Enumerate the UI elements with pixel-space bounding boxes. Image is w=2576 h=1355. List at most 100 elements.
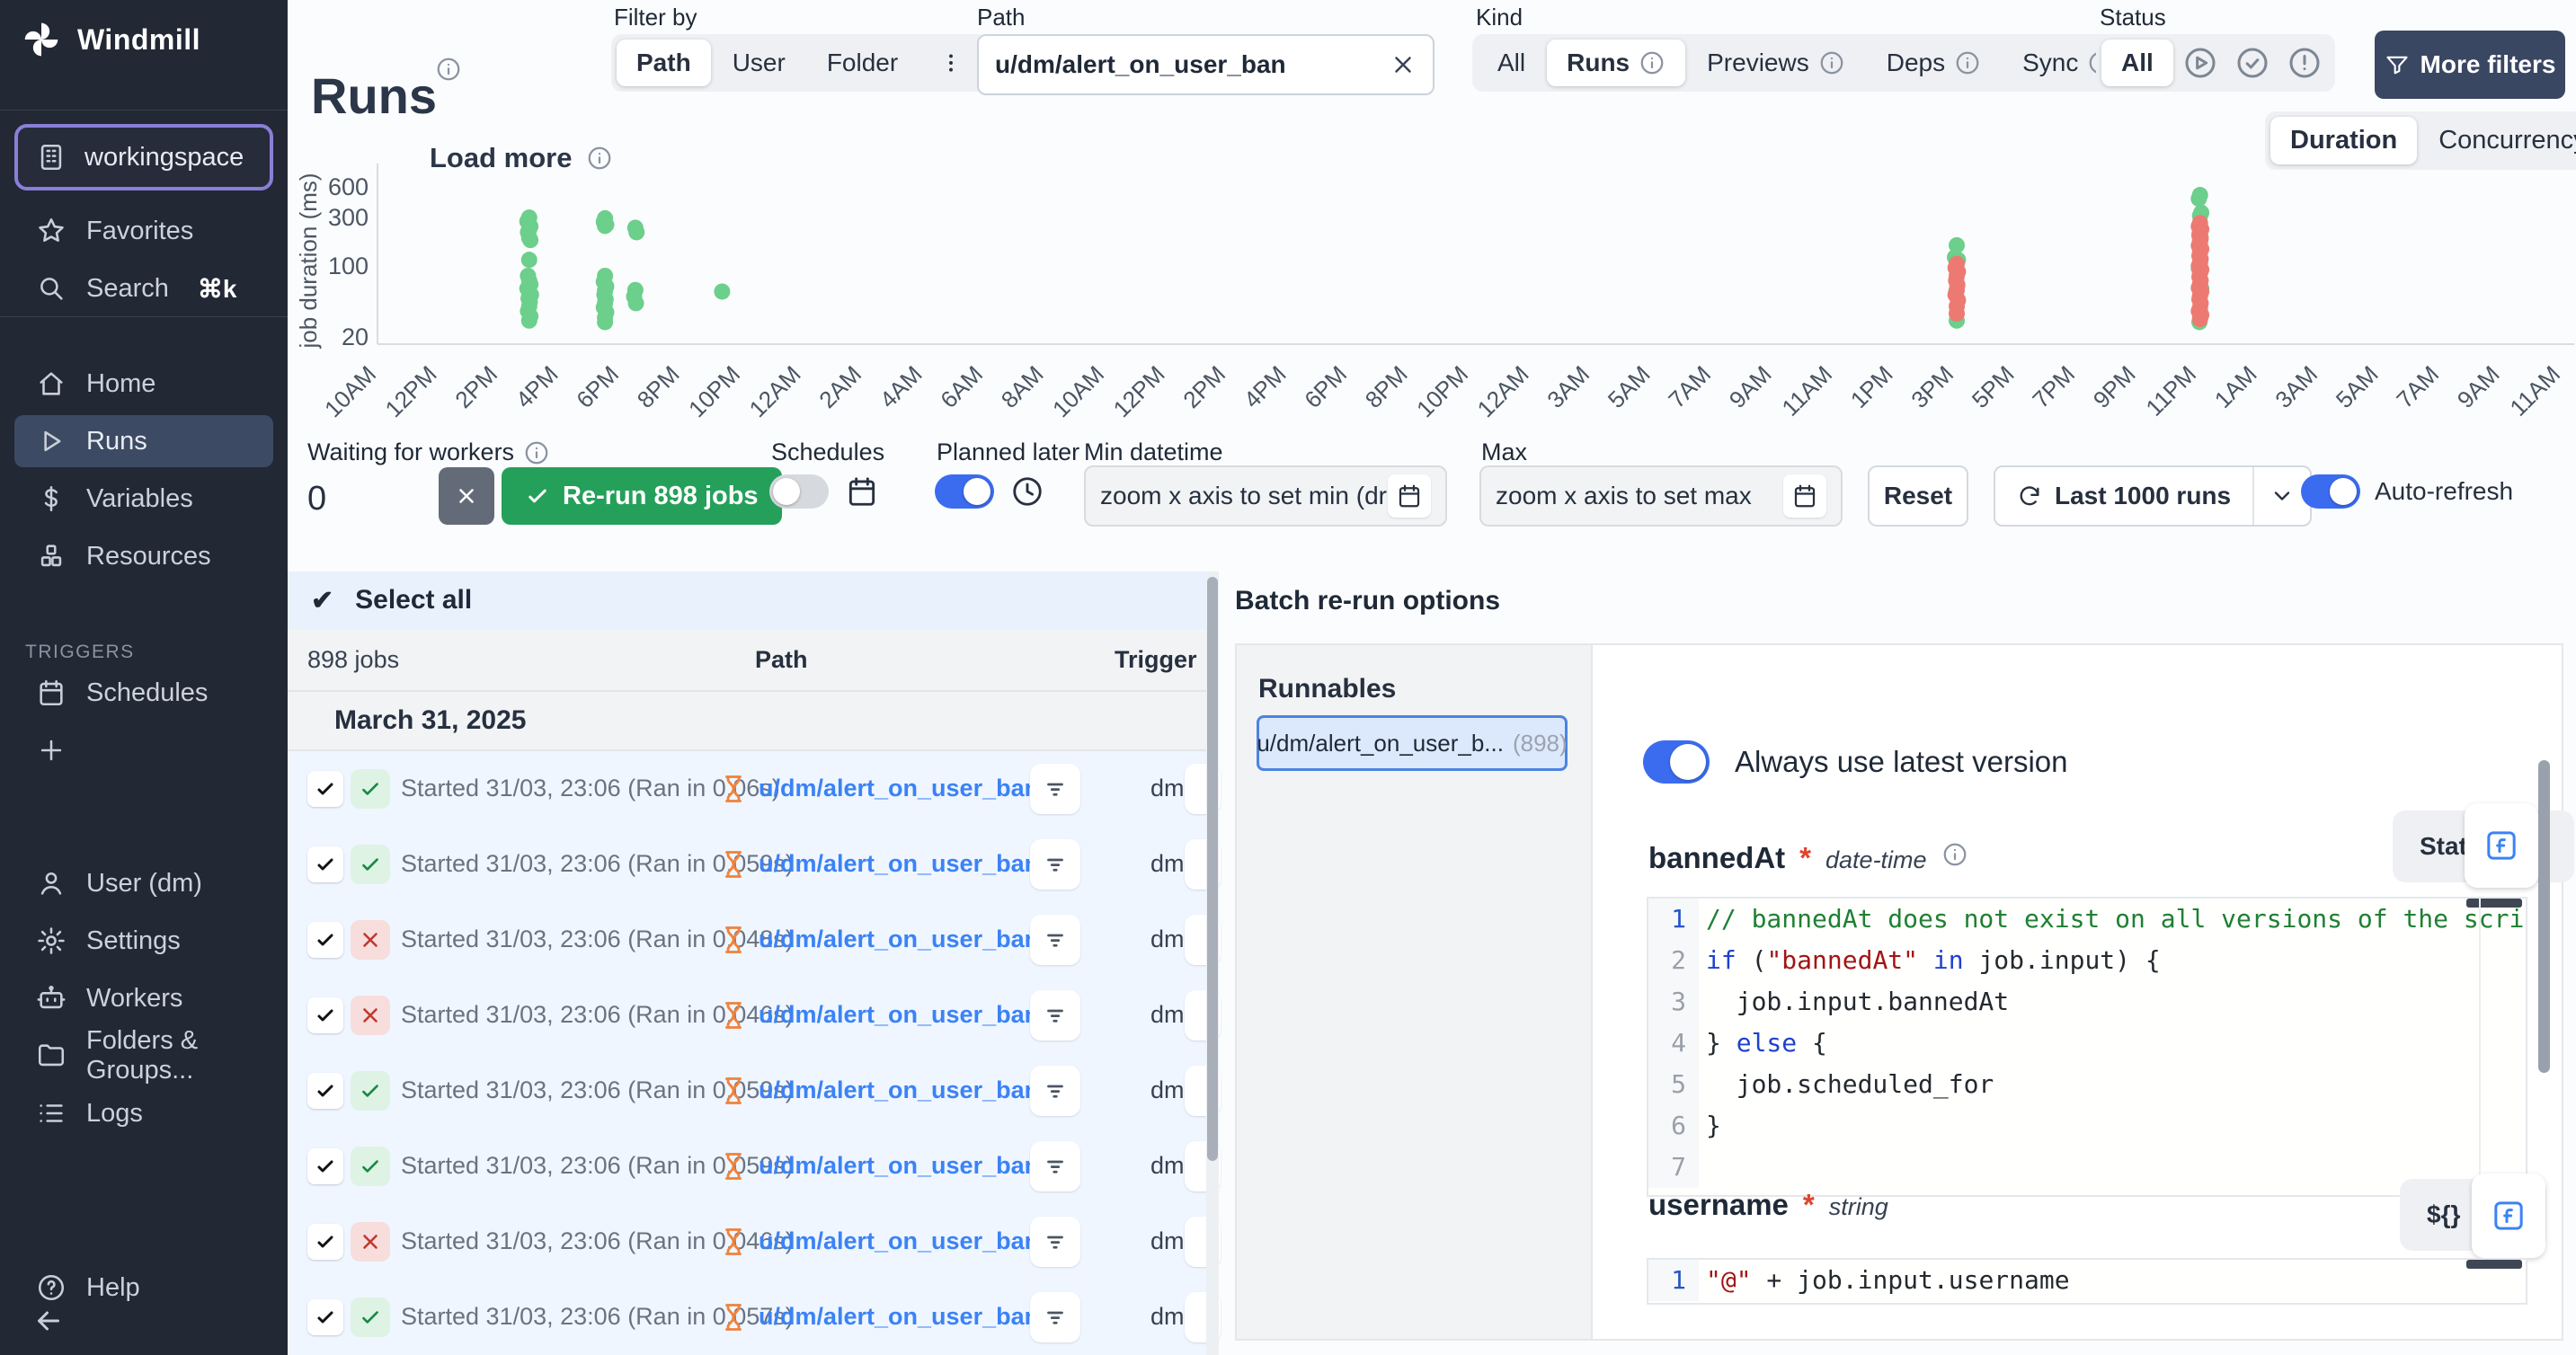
path-filter-input[interactable]: u/dm/alert_on_user_ban [977, 34, 1435, 95]
bannedat-code-editor[interactable]: 1// bannedAt does not exist on all versi… [1647, 897, 2527, 1197]
table-row[interactable]: Started 31/03, 23:06 (Ran in 0.046s)u/dm… [288, 978, 1206, 1053]
row-checkbox[interactable] [307, 846, 343, 882]
username-javascript-mode-button[interactable] [2472, 1173, 2545, 1258]
table-row[interactable]: Started 31/03, 23:06 (Ran in 0.06s)u/dm/… [288, 751, 1206, 827]
row-checkbox[interactable] [307, 997, 343, 1033]
panel-scrollbar-thumb[interactable] [2538, 760, 2550, 1073]
filter-tab-folder[interactable]: Folder [807, 40, 918, 86]
sidebar-item-label: Settings [86, 926, 181, 956]
sidebar-item-runs[interactable]: Runs [14, 415, 273, 467]
table-row[interactable]: Started 31/03, 23:06 (Ran in 0.059s)u/dm… [288, 1053, 1206, 1129]
kind-filter-button[interactable] [1030, 764, 1080, 814]
kind-filter-button[interactable] [1030, 1292, 1080, 1342]
run-path-link[interactable]: u/dm/alert_on_user_ban [759, 1001, 1039, 1029]
collapse-sidebar-button[interactable] [32, 1305, 65, 1337]
table-scrollbar-thumb[interactable] [1207, 577, 1218, 1161]
kind-tab-deps[interactable]: Deps [1867, 40, 2001, 86]
sidebar-item-add[interactable] [14, 724, 273, 776]
planned-later-toggle[interactable] [935, 474, 994, 509]
kind-tab-previews[interactable]: Previews [1687, 40, 1865, 86]
last-runs-button[interactable]: Last 1000 runs [1994, 465, 2312, 527]
sidebar-item-search[interactable]: Search ⌘k [14, 262, 273, 314]
bannedat-javascript-mode-button[interactable] [2465, 803, 2538, 888]
clear-path-icon[interactable] [1390, 51, 1417, 78]
table-row[interactable]: Started 31/03, 23:06 (Ran in 0.059s)u/dm… [288, 827, 1206, 902]
sidebar-item-settings[interactable]: Settings [14, 915, 273, 967]
page-title: Runs [311, 66, 437, 125]
row-checkbox[interactable] [307, 771, 343, 807]
more-filters-button[interactable]: More filters [2375, 31, 2565, 99]
max-datetime-input[interactable]: zoom x axis to set max [1479, 465, 1843, 527]
max-calendar-button[interactable] [1783, 474, 1826, 518]
select-all-bar[interactable]: ✔ Select all [288, 571, 1206, 629]
min-datetime-input[interactable]: zoom x axis to set min (dr [1084, 465, 1447, 527]
run-path-link[interactable]: u/dm/alert_on_user_ban [759, 1152, 1039, 1180]
code-line: 4} else { [1648, 1023, 2526, 1064]
row-checkbox[interactable] [307, 1224, 343, 1260]
filter-tab-user[interactable]: User [713, 40, 805, 86]
sidebar-item-variables[interactable]: Variables [14, 473, 273, 525]
code-line: 1// bannedAt does not exist on all versi… [1648, 899, 2526, 940]
sidebar-item-schedules[interactable]: Schedules [14, 667, 273, 719]
duration-scatter-chart[interactable]: job duration (ms)2010030060010AM12PM2PM4… [297, 126, 2576, 436]
runnable-item[interactable]: u/dm/alert_on_user_b... (898) [1257, 715, 1568, 771]
kind-filter-button[interactable] [1030, 1066, 1080, 1116]
editor2-hscrollbar[interactable] [2466, 1260, 2522, 1269]
min-calendar-button[interactable] [1388, 474, 1431, 518]
table-row[interactable]: Started 31/03, 23:06 (Ran in 0.057s)u/dm… [288, 1280, 1206, 1355]
x-tick: 10AM [319, 360, 381, 422]
filter-tab-path[interactable]: Path [617, 40, 711, 86]
username-code-editor[interactable]: 1"@" + job.input.username [1647, 1258, 2527, 1305]
filter-more-kebab-icon[interactable] [919, 42, 982, 84]
select-all-check-icon[interactable]: ✔ [311, 585, 333, 616]
sidebar-item-home[interactable]: Home [14, 358, 273, 410]
date-group-row: March 31, 2025 [288, 692, 1206, 751]
rerun-jobs-button[interactable]: Re-run 898 jobs [502, 467, 782, 525]
workspace-selector[interactable]: workingspace [14, 124, 273, 190]
reset-button[interactable]: Reset [1868, 465, 1968, 527]
field-bannedat-header: bannedAt* date-time [1648, 841, 1968, 875]
sidebar-item-resources[interactable]: Resources [14, 530, 273, 582]
table-row[interactable]: Started 31/03, 23:06 (Ran in 0.048s)u/dm… [288, 902, 1206, 978]
point-success [521, 313, 537, 329]
run-path-link[interactable]: u/dm/alert_on_user_ban [759, 1076, 1039, 1104]
row-checkbox[interactable] [307, 922, 343, 958]
row-checkbox[interactable] [307, 1299, 343, 1335]
run-path-link[interactable]: u/dm/alert_on_user_ban [759, 1303, 1039, 1331]
kind-filter-button[interactable] [1030, 1141, 1080, 1191]
kind-filter-button[interactable] [1030, 990, 1080, 1041]
run-path-link[interactable]: u/dm/alert_on_user_ban [759, 925, 1039, 953]
hourglass-icon [717, 773, 750, 805]
table-scrollbar[interactable] [1206, 571, 1219, 1355]
run-path-link[interactable]: u/dm/alert_on_user_ban [759, 1227, 1039, 1255]
sidebar-item-user-dm-[interactable]: User (dm) [14, 857, 273, 909]
status-all-tab[interactable]: All [2101, 40, 2173, 86]
table-row[interactable]: Started 31/03, 23:06 (Ran in 0.059s)u/dm… [288, 1129, 1206, 1204]
sidebar-item-logs[interactable]: Logs [14, 1087, 273, 1139]
auto-refresh-toggle[interactable] [2301, 474, 2360, 509]
status-running-icon[interactable] [2182, 45, 2218, 81]
run-path-link[interactable]: u/dm/alert_on_user_ban [759, 850, 1039, 878]
kind-tab-all[interactable]: All [1478, 40, 1545, 86]
schedules-toggle[interactable] [769, 474, 829, 509]
table-row[interactable]: Started 31/03, 23:06 (Ran in 0.046s)u/dm… [288, 1204, 1206, 1280]
cancel-selection-button[interactable] [439, 467, 494, 525]
kind-filter-button[interactable] [1030, 839, 1080, 890]
waiting-info-icon[interactable] [523, 439, 550, 466]
runs-info-icon[interactable] [435, 52, 462, 79]
sidebar-item-folders-groups-[interactable]: Folders & Groups... [14, 1030, 273, 1082]
editor1-hscrollbar[interactable] [2466, 899, 2522, 908]
row-checkbox[interactable] [307, 1148, 343, 1184]
kind-filter-button[interactable] [1030, 915, 1080, 965]
latest-version-toggle[interactable] [1643, 740, 1710, 784]
bannedat-info-icon[interactable] [1941, 841, 1968, 868]
sidebar-item-favorites[interactable]: Favorites [14, 205, 273, 257]
latest-version-label: Always use latest version [1735, 745, 2068, 779]
run-path-link[interactable]: u/dm/alert_on_user_ban [759, 775, 1039, 802]
kind-filter-button[interactable] [1030, 1217, 1080, 1267]
sidebar-item-workers[interactable]: Workers [14, 972, 273, 1024]
row-checkbox[interactable] [307, 1073, 343, 1109]
status-failure-icon[interactable] [2287, 45, 2323, 81]
kind-tab-runs[interactable]: Runs [1547, 40, 1685, 86]
status-success-icon[interactable] [2234, 45, 2270, 81]
